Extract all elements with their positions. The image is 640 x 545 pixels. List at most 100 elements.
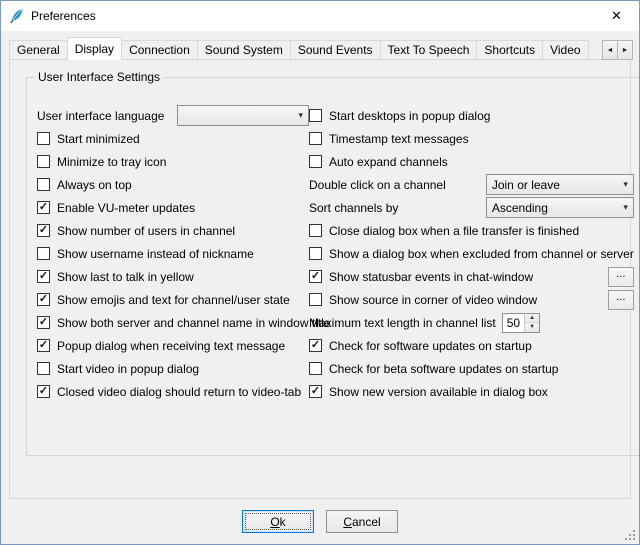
settings-columns: User interface language ▾ Start minimized M… [27, 84, 640, 403]
checkbox-show-statusbar-events-in-chat-window[interactable]: ✓ [309, 270, 322, 283]
show-statusbar-events-in-chat-window-more-button[interactable]: ... [608, 267, 634, 287]
checkbox-close-dialog-box-when-a-file-transfer-is-finished[interactable] [309, 224, 322, 237]
row-show-last-to-talk-in-yellow: ✓ Show last to talk in yellow [37, 265, 309, 288]
display-tab-panel: User Interface Settings User interface l… [9, 59, 631, 499]
maximum-text-length-in-channel-list-spinbox[interactable]: 50▲▼ [502, 313, 540, 333]
checkbox-popup-dialog-when-receiving-text-message[interactable]: ✓ [37, 339, 50, 352]
checkbox-show-last-to-talk-in-yellow[interactable]: ✓ [37, 270, 50, 283]
double-click-on-a-channel-label: Double click on a channel [309, 178, 446, 192]
tab-scroll: ◄ ► [602, 40, 633, 60]
ok-button[interactable]: Ok [242, 510, 314, 533]
checkbox-show-source-in-corner-of-video-window[interactable] [309, 293, 322, 306]
show-source-in-corner-of-video-window-more-button[interactable]: ... [608, 290, 634, 310]
user-interface-language-dropdown[interactable]: ▾ [177, 105, 309, 126]
label-show-emojis-and-text-for-channel-user-state: Show emojis and text for channel/user st… [57, 293, 290, 307]
checkbox-check-for-software-updates-on-startup[interactable]: ✓ [309, 339, 322, 352]
checkbox-show-both-server-and-channel-name-in-window-title[interactable]: ✓ [37, 316, 50, 329]
checkbox-enable-vu-meter-updates[interactable]: ✓ [37, 201, 50, 214]
checkbox-timestamp-text-messages[interactable] [309, 132, 322, 145]
label-start-video-in-popup-dialog: Start video in popup dialog [57, 362, 199, 376]
tab-scroll-right-button[interactable]: ► [617, 40, 633, 60]
label-show-statusbar-events-in-chat-window: Show statusbar events in chat-window [329, 270, 533, 284]
maximum-text-length-in-channel-list-row: Maximum text length in channel list 50▲▼ [309, 311, 634, 334]
maximum-text-length-in-channel-list-value: 50 [503, 314, 524, 332]
label-closed-video-dialog-should-return-to-video-tab: Closed video dialog should return to vid… [57, 385, 301, 399]
preferences-window: Preferences ✕ GeneralDisplayConnectionSo… [0, 0, 640, 545]
label-show-new-version-available-in-dialog-box: Show new version available in dialog box [329, 385, 548, 399]
titlebar: Preferences ✕ [1, 1, 639, 31]
double-click-on-a-channel-dropdown[interactable]: Join or leave▾ [486, 174, 634, 195]
checkbox-start-video-in-popup-dialog[interactable] [37, 362, 50, 375]
user-interface-language-label: User interface language [37, 109, 164, 123]
row-minimize-to-tray-icon: Minimize to tray icon [37, 150, 309, 173]
checkbox-minimize-to-tray-icon[interactable] [37, 155, 50, 168]
sort-channels-by-row: Sort channels by Ascending▾ [309, 196, 634, 219]
row-show-emojis-and-text-for-channel-user-state: ✓ Show emojis and text for channel/user s… [37, 288, 309, 311]
label-show-username-instead-of-nickname: Show username instead of nickname [57, 247, 254, 261]
tab-shortcuts[interactable]: Shortcuts [476, 40, 543, 59]
label-show-last-to-talk-in-yellow: Show last to talk in yellow [57, 270, 194, 284]
checkbox-check-for-beta-software-updates-on-startup[interactable] [309, 362, 322, 375]
checkbox-always-on-top[interactable] [37, 178, 50, 191]
label-always-on-top: Always on top [57, 178, 132, 192]
tab-connection[interactable]: Connection [121, 40, 198, 59]
checkbox-start-minimized[interactable] [37, 132, 50, 145]
double-click-on-a-channel-value: Join or leave [492, 178, 619, 192]
row-show-statusbar-events-in-chat-window: ✓ Show statusbar events in chat-window... [309, 265, 634, 288]
chevron-down-icon: ▾ [298, 110, 303, 121]
row-start-desktops-in-popup-dialog: Start desktops in popup dialog [309, 104, 634, 127]
close-button[interactable]: ✕ [594, 1, 639, 31]
row-show-both-server-and-channel-name-in-window-title: ✓Show both server and channel name in wi… [37, 311, 309, 334]
label-show-both-server-and-channel-name-in-window-title: Show both server and channel name in win… [57, 316, 331, 330]
maximum-text-length-in-channel-list-label: Maximum text length in channel list [309, 316, 496, 330]
tab-bar: GeneralDisplayConnectionSound SystemSoun… [9, 37, 599, 60]
label-check-for-software-updates-on-startup: Check for software updates on startup [329, 339, 532, 353]
right-column: Start desktops in popup dialogTimestamp … [309, 104, 634, 403]
tab-general[interactable]: General [9, 40, 68, 59]
row-popup-dialog-when-receiving-text-message: ✓ Popup dialog when receiving text messag… [37, 334, 309, 357]
row-show-a-dialog-box-when-excluded-from-channel-or-server: Show a dialog box when excluded from cha… [309, 242, 634, 265]
checkbox-show-new-version-available-in-dialog-box[interactable]: ✓ [309, 385, 322, 398]
label-close-dialog-box-when-a-file-transfer-is-finished: Close dialog box when a file transfer is… [329, 224, 579, 238]
row-start-minimized: Start minimized [37, 127, 309, 150]
tab-scroll-left-button[interactable]: ◄ [602, 40, 618, 60]
tab-sound-system[interactable]: Sound System [197, 40, 291, 59]
row-enable-vu-meter-updates: ✓ Enable VU-meter updates [37, 196, 309, 219]
tab-sound-events[interactable]: Sound Events [290, 40, 381, 59]
row-show-source-in-corner-of-video-window: Show source in corner of video window... [309, 288, 634, 311]
tab-video[interactable]: Video [542, 40, 588, 59]
user-interface-language-row: User interface language ▾ [37, 104, 309, 127]
label-check-for-beta-software-updates-on-startup: Check for beta software updates on start… [329, 362, 558, 376]
checkbox-closed-video-dialog-should-return-to-video-tab[interactable]: ✓ [37, 385, 50, 398]
checkbox-show-username-instead-of-nickname[interactable] [37, 247, 50, 260]
maximum-text-length-in-channel-list-spin-buttons: ▲▼ [524, 314, 539, 332]
row-check-for-beta-software-updates-on-startup: Check for beta software updates on start… [309, 357, 634, 380]
sort-channels-by-value: Ascending [492, 201, 619, 215]
label-minimize-to-tray-icon: Minimize to tray icon [57, 155, 166, 169]
checkbox-show-number-of-users-in-channel[interactable]: ✓ [37, 224, 50, 237]
row-always-on-top: Always on top [37, 173, 309, 196]
tab-text-to-speech[interactable]: Text To Speech [380, 40, 478, 59]
spin-up-icon[interactable]: ▲ [525, 314, 539, 323]
left-column: User interface language ▾ Start minimized M… [37, 104, 309, 403]
checkbox-auto-expand-channels[interactable] [309, 155, 322, 168]
label-enable-vu-meter-updates: Enable VU-meter updates [57, 201, 195, 215]
label-show-a-dialog-box-when-excluded-from-channel-or-server: Show a dialog box when excluded from cha… [329, 247, 634, 261]
group-title: User Interface Settings [35, 70, 163, 84]
row-check-for-software-updates-on-startup: ✓ Check for software updates on startup [309, 334, 634, 357]
sort-channels-by-dropdown[interactable]: Ascending▾ [486, 197, 634, 218]
sort-channels-by-label: Sort channels by [309, 201, 398, 215]
row-close-dialog-box-when-a-file-transfer-is-finished: Close dialog box when a file transfer is… [309, 219, 634, 242]
app-icon [9, 8, 25, 24]
row-show-new-version-available-in-dialog-box: ✓ Show new version available in dialog bo… [309, 380, 634, 403]
checkbox-show-emojis-and-text-for-channel-user-state[interactable]: ✓ [37, 293, 50, 306]
checkbox-show-a-dialog-box-when-excluded-from-channel-or-server[interactable] [309, 247, 322, 260]
row-auto-expand-channels: Auto expand channels [309, 150, 634, 173]
resize-grip[interactable] [623, 528, 636, 541]
checkbox-start-desktops-in-popup-dialog[interactable] [309, 109, 322, 122]
label-popup-dialog-when-receiving-text-message: Popup dialog when receiving text message [57, 339, 285, 353]
cancel-button[interactable]: Cancel [326, 510, 398, 533]
spin-down-icon[interactable]: ▼ [525, 323, 539, 332]
tab-display[interactable]: Display [67, 37, 122, 60]
dialog-buttons: Ok Cancel [1, 510, 639, 533]
